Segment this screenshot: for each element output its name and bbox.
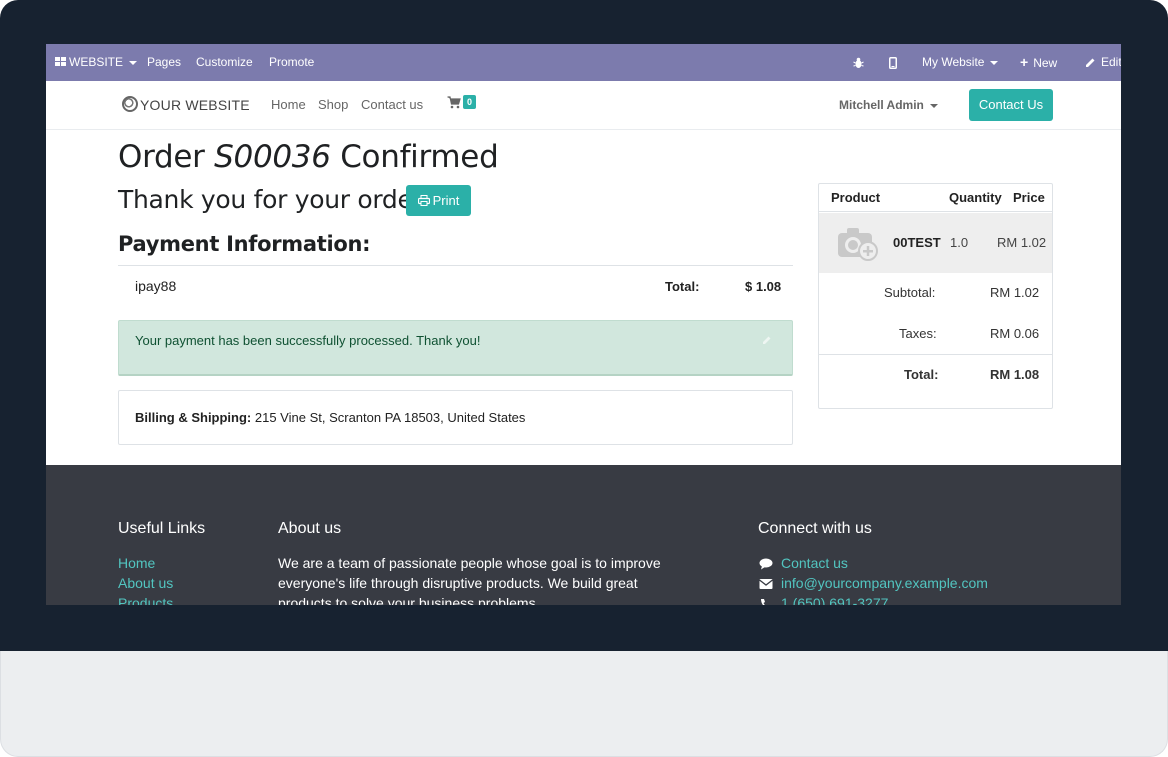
- cart-button[interactable]: [447, 96, 461, 114]
- about-us-heading: About us: [278, 520, 342, 537]
- billing-shipping-text: Billing & Shipping: 215 Vine St, Scranto…: [135, 410, 525, 425]
- print-button-label: Print: [432, 193, 460, 208]
- printer-icon: [417, 195, 430, 207]
- pages-menu[interactable]: Pages: [147, 44, 181, 81]
- site-navbar: YOUR WEBSITE Home Shop Contact us 0 Mitc…: [46, 81, 1121, 130]
- order-reference: S00036: [214, 139, 331, 175]
- chevron-down-icon: [929, 103, 938, 108]
- promote-menu[interactable]: Promote: [269, 44, 314, 81]
- payment-row: ipay88 Total: $ 1.08: [118, 265, 793, 307]
- summary-line-item: 00TEST 1.0 RM 1.02: [819, 213, 1052, 273]
- product-image-placeholder-icon: [838, 228, 878, 261]
- taxes-value: RM 0.06: [990, 326, 1040, 341]
- payment-total-value: $ 1.08: [745, 279, 782, 294]
- line-product-name: 00TEST: [893, 235, 941, 250]
- mobile-preview-button[interactable]: [889, 44, 897, 81]
- nav-contact-us[interactable]: Contact us: [361, 97, 423, 112]
- new-button-label: New: [1033, 56, 1058, 70]
- header-price: Price: [1013, 190, 1045, 205]
- bug-icon: [853, 57, 864, 68]
- payment-total-label: Total:: [665, 279, 700, 294]
- print-button[interactable]: Print: [406, 185, 471, 216]
- admin-bar: WEBSITE Pages Customize Promote My Websi: [46, 44, 1121, 81]
- about-us-line-3: products to solve your business problems…: [278, 595, 540, 605]
- footer-link-products[interactable]: Products: [118, 595, 173, 605]
- phone-icon: [761, 599, 765, 605]
- summary-total-label: Total:: [904, 367, 939, 382]
- billing-shipping-label: Billing & Shipping:: [135, 410, 252, 425]
- footer-contact-us-link[interactable]: Contact us: [781, 555, 848, 571]
- chevron-down-icon: [990, 60, 999, 65]
- connect-heading: Connect with us: [758, 520, 872, 537]
- payment-success-alert: Your payment has been successfully proce…: [118, 320, 793, 376]
- edit-button[interactable]: Edit: [1085, 44, 1121, 81]
- about-us-line-2: everyone's life through disruptive produ…: [278, 575, 638, 591]
- site-logo[interactable]: YOUR WEBSITE: [122, 93, 250, 117]
- site-logo-text: YOUR WEBSITE: [140, 97, 250, 113]
- site-footer: Useful Links Home About us Products Abou…: [46, 465, 1121, 605]
- summary-divider: [819, 354, 1052, 355]
- payment-info-heading: Payment Information:: [118, 232, 371, 256]
- website-menu[interactable]: WEBSITE: [55, 44, 138, 81]
- header-product: Product: [831, 190, 881, 205]
- my-website-label: My Website: [922, 55, 985, 69]
- customize-menu[interactable]: Customize: [196, 44, 253, 81]
- summary-total-value: RM 1.08: [990, 367, 1040, 382]
- user-name: Mitchell Admin: [839, 98, 924, 112]
- footer-phone-link[interactable]: 1 (650) 691-3277: [781, 595, 888, 605]
- comment-icon: [759, 558, 773, 570]
- website-menu-label: WEBSITE: [69, 55, 124, 69]
- billing-shipping-card: Billing & Shipping: 215 Vine St, Scranto…: [118, 390, 793, 445]
- page-title: Order S00036 Confirmed: [118, 139, 499, 175]
- monitor-frame: WEBSITE Pages Customize Promote My Websi: [0, 0, 1168, 757]
- taxes-label: Taxes:: [899, 326, 937, 341]
- nav-home[interactable]: Home: [271, 97, 306, 112]
- billing-shipping-address: 215 Vine St, Scranton PA 18503, United S…: [251, 410, 526, 425]
- footer-link-home[interactable]: Home: [118, 555, 155, 571]
- thank-you-heading: Thank you for your order.: [118, 185, 428, 214]
- apps-grid-icon: [55, 57, 66, 67]
- monitor-chin: [0, 651, 1168, 757]
- subtotal-label: Subtotal:: [884, 285, 936, 300]
- browser-screen: WEBSITE Pages Customize Promote My Websi: [46, 44, 1121, 605]
- envelope-icon: [759, 579, 773, 589]
- order-summary-card: Product Quantity Price 00TEST 1.0 RM 1.0…: [818, 183, 1053, 409]
- header-quantity: Quantity: [949, 190, 1002, 205]
- useful-links-heading: Useful Links: [118, 520, 206, 537]
- summary-header: Product Quantity Price: [819, 184, 1052, 212]
- globe-icon: [122, 96, 138, 113]
- pencil-icon[interactable]: [762, 335, 772, 345]
- plus-icon: +: [1020, 54, 1029, 70]
- order-title-prefix: Order: [118, 139, 215, 175]
- user-menu[interactable]: Mitchell Admin: [839, 98, 938, 112]
- footer-link-about-us[interactable]: About us: [118, 575, 173, 591]
- footer-email-link[interactable]: info@yourcompany.example.com: [781, 575, 988, 591]
- my-website-menu[interactable]: My Website: [922, 44, 999, 81]
- about-us-line-1: We are a team of passionate people whose…: [278, 555, 661, 571]
- subtotal-value: RM 1.02: [990, 285, 1040, 300]
- nav-shop[interactable]: Shop: [318, 97, 348, 112]
- order-title-suffix: Confirmed: [330, 139, 499, 175]
- edit-button-label: Edit: [1101, 55, 1121, 69]
- new-button[interactable]: + New: [1020, 44, 1057, 81]
- chevron-down-icon: [129, 60, 138, 65]
- mobile-icon: [889, 56, 897, 69]
- cart-count-badge: 0: [463, 95, 476, 109]
- pencil-icon: [1086, 58, 1095, 68]
- line-price: RM 1.02: [997, 235, 1047, 250]
- debug-button[interactable]: [853, 44, 864, 81]
- payment-success-message: Your payment has been successfully proce…: [135, 333, 481, 348]
- contact-us-button[interactable]: Contact Us: [969, 89, 1053, 121]
- line-quantity: 1.0: [950, 235, 969, 250]
- shopping-cart-icon: [447, 96, 461, 109]
- payment-method: ipay88: [135, 278, 177, 294]
